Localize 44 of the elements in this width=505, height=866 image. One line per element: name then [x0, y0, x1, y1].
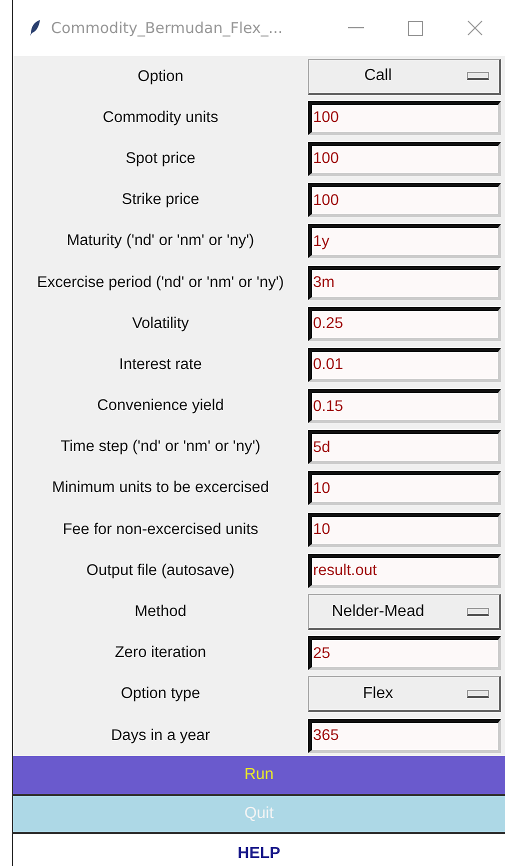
field-label: Commodity units: [102, 108, 220, 127]
field-label: Volatility: [131, 314, 190, 333]
field-label: Zero iteration: [114, 644, 208, 662]
dropdown-indicator-icon: [467, 690, 489, 698]
field-label: Option: [136, 68, 184, 86]
field-label: Convenience yield: [96, 397, 225, 416]
window-title: Commodity_Bermudan_Flex_...: [51, 19, 283, 37]
field-label: Excercise period ('nd' or 'nm' or 'ny'): [36, 274, 285, 292]
field-label: Time step ('nd' or 'nm' or 'ny'): [60, 438, 262, 456]
field-label: Option type: [120, 685, 202, 704]
field-label: Minimum units to be excercised: [50, 479, 270, 498]
run-button[interactable]: Run: [13, 756, 505, 796]
feather-icon: [29, 19, 41, 37]
field-label: Spot price: [124, 150, 196, 168]
input-field[interactable]: 3m: [308, 266, 501, 300]
input-field[interactable]: result.out: [308, 554, 501, 588]
maximize-icon[interactable]: [408, 20, 423, 36]
dropdown-button[interactable]: Nelder-Mead: [308, 594, 501, 630]
input-field[interactable]: 5d: [308, 430, 501, 464]
field-label: Interest rate: [118, 356, 203, 374]
dropdown-button[interactable]: Call: [308, 58, 501, 95]
field-label: Strike price: [120, 191, 200, 210]
input-field[interactable]: 25: [308, 636, 501, 670]
field-label: Fee for non-excercised units: [62, 520, 260, 539]
input-field[interactable]: 1y: [308, 224, 501, 258]
close-icon[interactable]: [467, 20, 483, 36]
field-label: Output file (autosave): [85, 562, 236, 580]
input-field[interactable]: 0.01: [308, 348, 501, 382]
input-field[interactable]: 10: [308, 471, 501, 506]
field-label: Method: [134, 603, 188, 622]
input-field[interactable]: 100: [308, 183, 501, 218]
field-label: Maturity ('nd' or 'nm' or 'ny'): [66, 232, 256, 250]
input-field[interactable]: 10: [308, 512, 501, 547]
dropdown-button[interactable]: Flex: [308, 676, 501, 712]
minimize-icon[interactable]: [348, 27, 364, 29]
input-field[interactable]: 365: [308, 718, 501, 753]
dropdown-indicator-icon: [467, 608, 489, 616]
input-field[interactable]: 0.15: [308, 389, 501, 424]
field-label: Days in a year: [110, 726, 212, 745]
dropdown-indicator-icon: [467, 72, 489, 80]
input-field[interactable]: 0.25: [308, 306, 501, 341]
input-field[interactable]: 100: [308, 100, 501, 135]
input-field[interactable]: 100: [308, 142, 501, 176]
help-button[interactable]: HELP: [13, 834, 505, 866]
